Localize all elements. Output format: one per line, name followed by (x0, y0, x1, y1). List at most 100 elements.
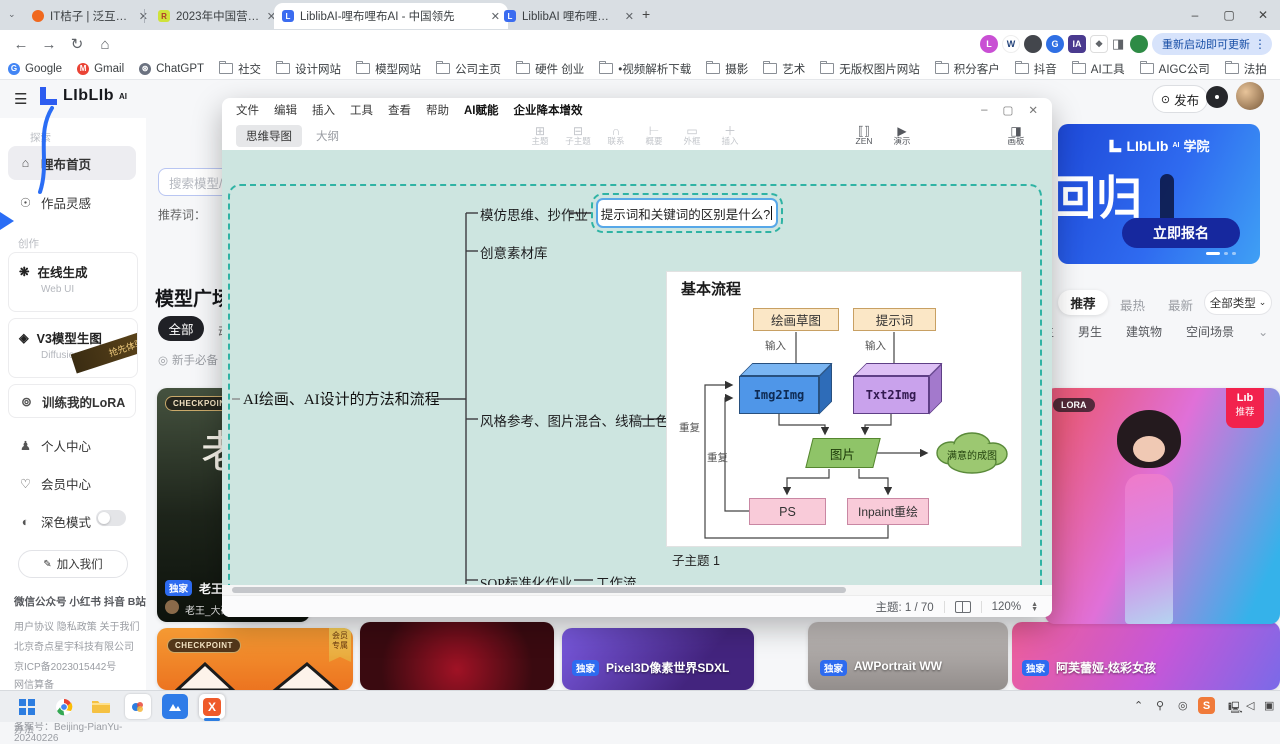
tab-hot[interactable]: 最热 (1120, 295, 1145, 314)
menu-help[interactable]: 帮助 (426, 102, 449, 118)
menu-view[interactable]: 查看 (388, 102, 411, 118)
menu-file[interactable]: 文件 (236, 102, 259, 118)
publish-button[interactable]: ⊙发布 (1152, 85, 1208, 113)
model-card-awportrait[interactable]: 独家 AWPortrait WW (808, 622, 1008, 690)
bookmark-folder[interactable]: 无版权图片网站 (820, 61, 920, 77)
bookmark-folder[interactable]: 硬件 创业 (516, 61, 584, 77)
bookmark-folder[interactable]: 公司主页 (436, 61, 501, 77)
model-card-red[interactable] (360, 622, 554, 690)
tool-insert[interactable]: ＋插入 (712, 125, 748, 146)
social-links[interactable]: 微信公众号 小红书 抖音 B站 (14, 594, 146, 609)
join-us-button[interactable]: ✎加入我们 (18, 550, 128, 578)
tab-search-icon[interactable]: ⌄ (8, 9, 16, 20)
bookmark-folder[interactable]: 社交 (219, 61, 261, 77)
bookmark-folder[interactable]: 积分客户 (935, 61, 1000, 77)
zoom-stepper[interactable]: ▲▼ (1031, 602, 1038, 612)
icp-number[interactable]: 京ICP备2023015442号 (14, 658, 116, 673)
menu-edit[interactable]: 编辑 (274, 102, 297, 118)
tab-mindmap[interactable]: 思维导图 (236, 125, 302, 147)
scrollbar-thumb[interactable] (232, 587, 846, 593)
xmind-maximize-icon[interactable]: ▢ (1002, 103, 1013, 117)
file-explorer-icon[interactable] (88, 694, 114, 719)
tool-relationship[interactable]: ∩联系 (598, 125, 634, 146)
branch-material-library[interactable]: 创意素材库 (480, 242, 548, 262)
bookmark-folder[interactable]: •视频解析下载 (599, 61, 691, 77)
bookmark-chatgpt[interactable]: ⊛ChatGPT (139, 63, 204, 75)
side-panel-icon[interactable]: ◨ (1112, 36, 1124, 52)
bookmark-folder[interactable]: AI工具 (1072, 61, 1125, 77)
sidebar-item-train-lora[interactable]: ⊚训练我的LoRA (8, 384, 136, 418)
horizontal-scrollbar[interactable] (222, 585, 1052, 595)
liblib-logo[interactable]: LIbLIb AI (38, 86, 127, 106)
menu-enterprise[interactable]: 企业降本增效 (514, 102, 583, 118)
window-minimize-button[interactable]: – (1178, 0, 1212, 30)
tray-notification-icon[interactable]: ▣ (1264, 699, 1274, 712)
reload-icon[interactable]: ↻ (64, 31, 90, 57)
tool-summary[interactable]: ⊢概要 (636, 125, 672, 146)
tray-volume-icon[interactable]: ◁ (1246, 699, 1254, 712)
chrome-taskbar-icon[interactable] (51, 694, 77, 719)
image-caption[interactable]: 子主题 1 (672, 550, 720, 569)
chrome-menu-icon[interactable]: ⋮ (1254, 37, 1266, 51)
extension-icon-g[interactable]: G (1046, 35, 1064, 53)
banner-cta-button[interactable]: 立即报名 (1122, 218, 1240, 248)
tool-board[interactable]: ◨画板 (998, 125, 1034, 146)
tab-newest[interactable]: 最新 (1168, 295, 1193, 314)
menu-ai[interactable]: AI赋能 (464, 102, 499, 118)
browser-tab-4[interactable]: L LiblibAI 哩布哩布AI - 中国领先 ✕ (496, 3, 642, 29)
selected-topic[interactable]: 提示词和关键词的区别是什么? (596, 198, 778, 228)
tool-present[interactable]: ▶演示 (884, 125, 920, 146)
home-icon[interactable]: ⌂ (92, 31, 118, 57)
banner-carousel-dots[interactable] (1206, 252, 1236, 255)
start-button[interactable] (14, 694, 40, 719)
extension-icon-dark[interactable] (1024, 35, 1042, 53)
tab-outline[interactable]: 大纲 (316, 128, 339, 144)
model-card-pixel3d[interactable]: 独家 Pixel3D像素世界SDXL (562, 628, 754, 690)
menu-insert[interactable]: 插入 (312, 102, 335, 118)
filter-item[interactable]: 男生 (1078, 323, 1102, 340)
sidebar-item-v3[interactable]: ◈V3模型生图 Diffusion 3 抢先体验 (8, 318, 138, 378)
sidebar-item-online-gen[interactable]: ❋在线生成 Web UI (8, 252, 138, 312)
user-avatar[interactable] (1236, 82, 1264, 110)
blue-app-icon[interactable] (162, 694, 188, 719)
hamburger-menu-icon[interactable]: ☰ (14, 90, 27, 108)
sogou-input-icon[interactable]: S (1198, 697, 1215, 714)
filter-all-pill[interactable]: 全部 (158, 316, 204, 341)
extension-icon-w[interactable]: W (1002, 35, 1020, 53)
profile-avatar-icon[interactable] (1130, 35, 1148, 53)
sidebar-item-member[interactable]: ♡会员中心 (18, 474, 91, 493)
bookmark-folder[interactable]: AIGC公司 (1140, 61, 1210, 77)
back-icon[interactable]: ← (8, 31, 34, 57)
bookmark-gmail[interactable]: MGmail (77, 63, 124, 75)
tool-boundary[interactable]: ▭外框 (674, 125, 710, 146)
model-card-afureya[interactable]: 独家 阿芙蕾娅-炫彩女孩 (1012, 622, 1280, 690)
bookmark-google[interactable]: GGoogle (8, 63, 62, 75)
school-banner[interactable]: LIbLIb AI 学院 回归 立即报名 (1058, 124, 1260, 264)
branch-workflow[interactable]: 工作流 (596, 572, 637, 585)
forward-icon[interactable]: → (36, 31, 62, 57)
bookmark-folder[interactable]: 模型网站 (356, 61, 421, 77)
bookmark-folder[interactable]: 法拍 (1225, 61, 1267, 77)
tray-shield-icon[interactable]: ◎ (1178, 699, 1188, 712)
darkmode-toggle[interactable] (96, 510, 126, 526)
tool-topic[interactable]: ⊞主题 (522, 125, 558, 146)
tab-close-icon[interactable]: ✕ (625, 10, 634, 23)
filter-item[interactable]: 建筑物 (1126, 323, 1162, 340)
tray-mic-icon[interactable]: ⚲ (1156, 699, 1164, 712)
chrome-update-button[interactable]: 重新启动即可更新 ⋮ (1152, 33, 1272, 55)
fit-map-icon[interactable] (955, 601, 971, 613)
extension-icon-l[interactable]: L (980, 35, 998, 53)
window-close-button[interactable]: ✕ (1246, 0, 1280, 30)
bookmark-folder[interactable]: 抖音 (1015, 61, 1057, 77)
category-filters[interactable]: 生 男生 建筑物 空间场景 ⌄ (1042, 323, 1268, 340)
sidebar-item-home[interactable]: ⌂哩布首页 (8, 146, 136, 180)
branch-style-reference[interactable]: 风格参考、图片混合、线稿上色 (480, 410, 669, 430)
model-card-lora-girl[interactable]: LORA Lıb 推荐 (1045, 388, 1280, 624)
extensions-puzzle-icon[interactable]: ❖ (1090, 35, 1108, 53)
type-dropdown[interactable]: 全部类型⌄ (1204, 290, 1272, 315)
legal-links[interactable]: 用户协议 隐私政策 关于我们 (14, 618, 140, 633)
filter-item[interactable]: 空间场景 (1186, 323, 1234, 340)
root-topic[interactable]: AI绘画、AI设计的方法和流程 (243, 388, 440, 409)
sidebar-item-personal[interactable]: ♟个人中心 (18, 436, 91, 455)
tray-chevron-icon[interactable]: ⌃ (1134, 699, 1143, 712)
